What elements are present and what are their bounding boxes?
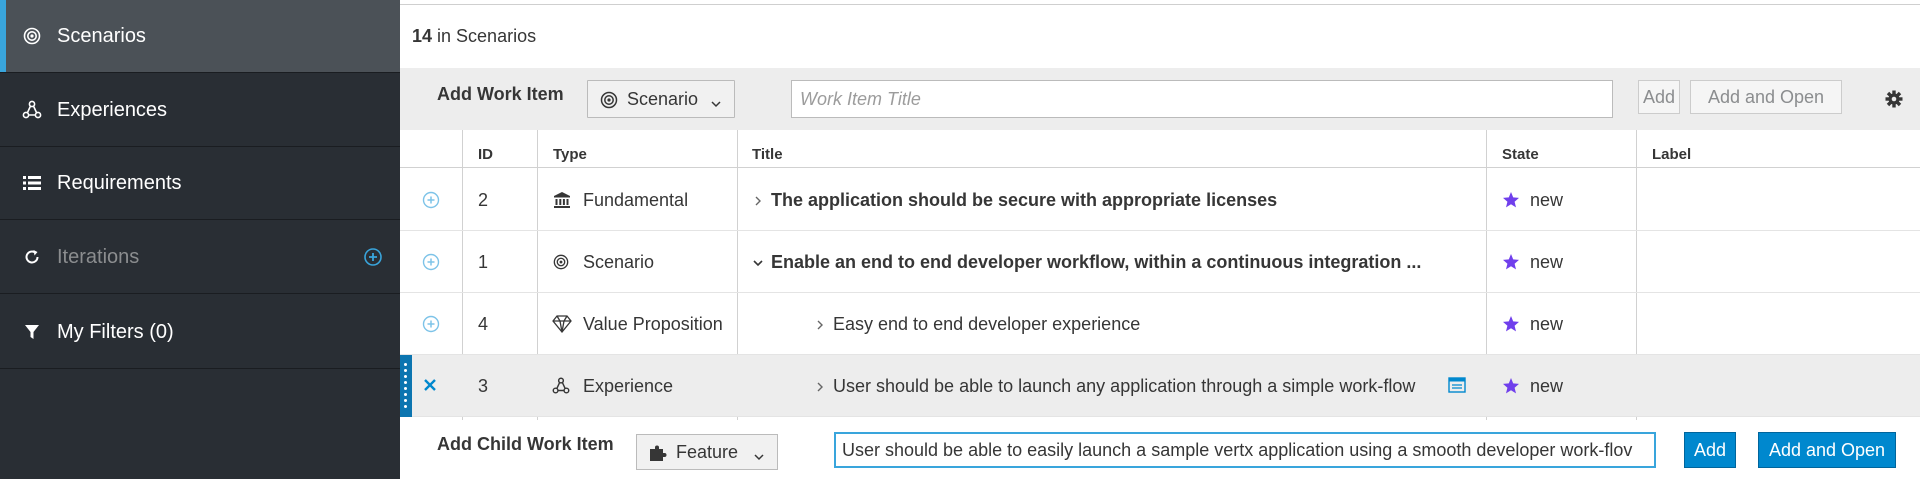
list-icon	[22, 173, 42, 193]
sidebar-item-label: Experiences	[57, 98, 168, 121]
add-and-open-button[interactable]: Add and Open	[1690, 80, 1842, 114]
work-item-list: 14 in Scenarios Add Work Item Scenario A…	[400, 0, 1920, 479]
work-item-type-value: Scenario	[627, 88, 699, 109]
work-item-title-input[interactable]	[791, 80, 1613, 118]
add-child-and-open-button[interactable]: Add and Open	[1758, 432, 1896, 468]
diamond-icon	[552, 293, 574, 355]
target-icon	[553, 231, 573, 293]
bank-icon	[553, 169, 573, 231]
result-count-label: in Scenarios	[432, 26, 537, 46]
sidebar-item-iterations[interactable]: Iterations	[0, 221, 400, 294]
sidebar-item-label: My Filters (0)	[57, 320, 174, 343]
table-header: ID Type Title State Label	[400, 130, 1920, 168]
refresh-icon	[22, 247, 42, 267]
add-child-icon[interactable]	[422, 191, 440, 209]
star-icon	[1502, 253, 1520, 271]
cell-state[interactable]: new	[1530, 169, 1563, 231]
target-icon	[600, 91, 618, 109]
cell-id: 2	[478, 189, 489, 210]
sidebar-item-requirements[interactable]: Requirements	[0, 147, 400, 220]
table-row-selected[interactable]: 3 Experience User should be able to laun…	[400, 355, 1920, 417]
sidebar-item-label: Scenarios	[57, 24, 146, 47]
table-row[interactable]: 2 Fundamental The application should be …	[400, 169, 1920, 231]
cell-id: 3	[478, 375, 489, 396]
add-button[interactable]: Add	[1638, 80, 1680, 114]
child-work-item-type-select[interactable]: Feature	[636, 434, 778, 470]
cell-type: Fundamental	[583, 189, 689, 210]
star-icon	[1502, 377, 1520, 395]
add-child-work-item-label: Add Child Work Item	[437, 434, 614, 454]
cell-type: Experience	[583, 375, 674, 396]
cell-type: Value Proposition	[583, 313, 723, 334]
detail-view-icon[interactable]	[1448, 377, 1466, 393]
chevron-right-icon[interactable]	[814, 318, 826, 330]
chevron-down-icon	[710, 94, 722, 108]
cell-title[interactable]: User should be able to launch any applic…	[833, 355, 1415, 417]
column-header-label[interactable]: Label	[1652, 146, 1691, 163]
result-count: 14 in Scenarios	[412, 26, 536, 47]
puzzle-icon	[649, 444, 667, 462]
work-item-type-select[interactable]: Scenario	[587, 80, 735, 118]
chevron-down-icon[interactable]	[752, 256, 764, 268]
add-child-work-item-bar: Add Child Work Item Feature Add Add and …	[400, 420, 1920, 479]
drag-handle[interactable]	[400, 355, 412, 417]
column-header-state[interactable]: State	[1502, 146, 1539, 163]
child-work-item-type-value: Feature	[676, 441, 739, 462]
filter-icon	[22, 322, 42, 342]
cell-title[interactable]: Enable an end to end developer workflow,…	[771, 231, 1421, 293]
target-icon	[22, 26, 42, 46]
add-child-icon[interactable]	[422, 315, 440, 333]
add-iteration-icon[interactable]	[364, 248, 382, 266]
chevron-right-icon[interactable]	[752, 194, 764, 206]
hierarchy-icon	[552, 355, 574, 417]
cell-state[interactable]: new	[1530, 231, 1563, 293]
hierarchy-icon	[22, 100, 42, 120]
star-icon	[1502, 315, 1520, 333]
column-header-type[interactable]: Type	[553, 146, 587, 163]
column-header-id[interactable]: ID	[478, 146, 493, 163]
child-work-item-title-input[interactable]	[834, 432, 1656, 468]
sidebar: Scenarios Experiences Requirements Itera…	[0, 0, 400, 479]
cell-title[interactable]: The application should be secure with ap…	[771, 169, 1277, 231]
sidebar-item-experiences[interactable]: Experiences	[0, 74, 400, 147]
add-work-item-label: Add Work Item	[437, 84, 564, 104]
column-header-title[interactable]: Title	[752, 146, 783, 163]
table-row[interactable]: 1 Scenario Enable an end to end develope…	[400, 231, 1920, 293]
chevron-right-icon[interactable]	[814, 380, 826, 392]
add-child-icon[interactable]	[422, 253, 440, 271]
result-count-number: 14	[412, 26, 433, 46]
cell-id: 4	[478, 313, 489, 334]
close-icon[interactable]	[420, 375, 440, 395]
cell-state[interactable]: new	[1530, 293, 1563, 355]
star-icon	[1502, 191, 1520, 209]
add-child-button[interactable]: Add	[1684, 432, 1736, 468]
table-row[interactable]: 4 Value Proposition Easy end to end deve…	[400, 293, 1920, 355]
cell-id: 1	[478, 251, 489, 272]
sidebar-item-label: Requirements	[57, 171, 182, 194]
divider	[400, 4, 1920, 5]
cell-state[interactable]: new	[1530, 355, 1563, 417]
cell-type: Scenario	[583, 251, 655, 272]
gear-icon[interactable]	[1884, 89, 1904, 109]
chevron-down-icon	[753, 447, 765, 461]
cell-title[interactable]: Easy end to end developer experience	[833, 293, 1140, 355]
add-work-item-bar: Add Work Item Scenario Add Add and Open	[400, 68, 1920, 130]
sidebar-item-my-filters[interactable]: My Filters (0)	[0, 296, 400, 369]
sidebar-item-label: Iterations	[57, 245, 140, 268]
sidebar-item-scenarios[interactable]: Scenarios	[0, 0, 400, 73]
